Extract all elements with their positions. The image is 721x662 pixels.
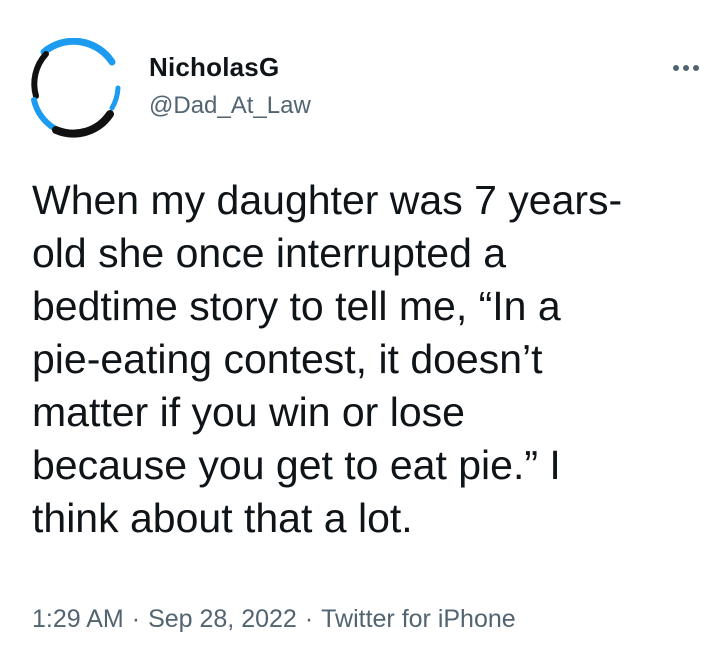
tweet-source[interactable]: Twitter for iPhone xyxy=(321,605,516,633)
meta-separator: · xyxy=(131,605,141,633)
author-display-name[interactable]: NicholasG xyxy=(149,52,279,83)
meta-separator: · xyxy=(304,605,314,633)
author-handle[interactable]: @Dad_At_Law xyxy=(149,92,311,120)
profile-avatar[interactable] xyxy=(24,38,124,138)
more-horizontal-icon[interactable] xyxy=(668,58,708,78)
tweet-time[interactable]: 1:29 AM xyxy=(32,605,124,633)
tweet-text: When my daughter was 7 years- old she on… xyxy=(32,177,623,541)
tweet-metadata: 1:29 AM · Sep 28, 2022 · Twitter for iPhone xyxy=(32,605,516,634)
tweet-card: NicholasG @Dad_At_Law When my daughter w… xyxy=(0,0,721,662)
avatar-image xyxy=(26,38,122,138)
tweet-date[interactable]: Sep 28, 2022 xyxy=(148,605,297,633)
